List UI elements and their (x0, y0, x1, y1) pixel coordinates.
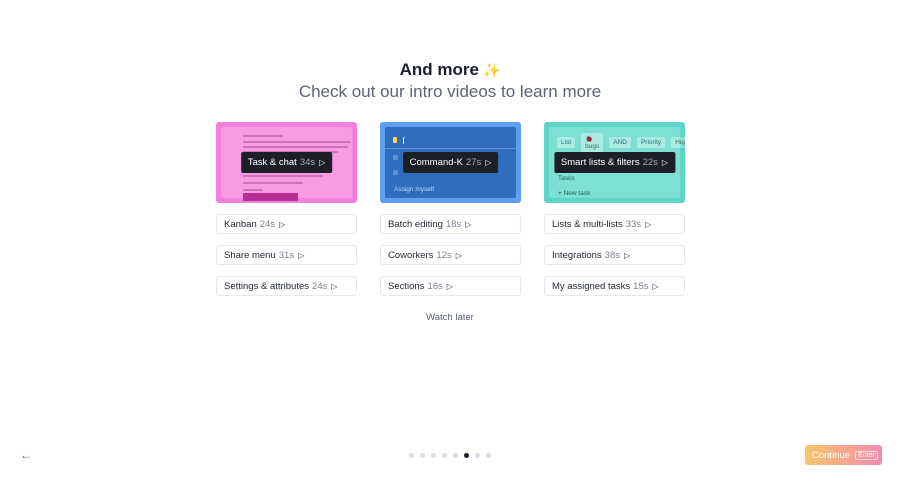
video-item-settings-attributes[interactable]: Settings & attributes 24s ▷ (216, 276, 357, 296)
play-icon: ▷ (623, 250, 631, 260)
thumbnail-label: Command-K 27s ▷ (402, 152, 499, 173)
play-icon: ▷ (279, 219, 286, 229)
enter-shortcut-badge: Enter (855, 450, 878, 460)
progress-dot[interactable] (475, 453, 480, 458)
continue-label: Continue (812, 449, 851, 461)
thumbnail-label: Task & chat 34s ▷ (240, 152, 333, 173)
play-icon: ▷ (319, 158, 326, 167)
video-thumbnail-command-k[interactable]: Assign myself Command-K 27s ▷ (380, 122, 521, 203)
play-icon: ▷ (331, 281, 338, 291)
play-icon: ▷ (661, 158, 669, 167)
video-item-batch-editing[interactable]: Batch editing 18s ▷ (380, 214, 521, 234)
video-item-kanban[interactable]: Kanban 24s ▷ (216, 214, 357, 234)
progress-dot[interactable] (431, 453, 436, 458)
page-title-text: And more (399, 60, 479, 79)
tasks-label: Tasks (558, 175, 575, 182)
page-title: And more ✨ (0, 60, 900, 80)
video-item-coworkers[interactable]: Coworkers 12s ▷ (380, 245, 521, 265)
watch-later-container: Watch later (0, 312, 900, 323)
play-icon: ▷ (645, 219, 652, 229)
video-item-integrations[interactable]: Integrations 38s ▷ (544, 245, 685, 265)
video-item-share-menu[interactable]: Share menu 31s ▷ (216, 245, 357, 265)
video-column-2: Assign myself Command-K 27s ▷ Batch editin… (380, 122, 521, 296)
progress-dot[interactable] (486, 453, 491, 458)
progress-dot-active[interactable] (464, 453, 469, 458)
play-icon: ▷ (455, 250, 462, 260)
progress-dot[interactable] (442, 453, 447, 458)
progress-dots (0, 453, 900, 458)
progress-dot[interactable] (409, 453, 414, 458)
play-icon: ▷ (446, 281, 453, 291)
watch-later-link[interactable]: Watch later (426, 312, 474, 323)
thumbnail-footer: Assign myself (394, 186, 435, 193)
video-column-1: Task & chat 34s ▷ Kanban 24s ▷ Share menu 31s… (216, 122, 357, 296)
video-item-lists-multi-lists[interactable]: Lists & multi-lists 33s ▷ (544, 214, 685, 234)
page-subtitle: Check out our intro videos to learn more (298, 82, 602, 101)
new-task-label: + New task (558, 190, 591, 197)
filter-bar: List 🐞 bugs AND Priority High (557, 132, 685, 152)
video-thumbnail-task-chat[interactable]: Task & chat 34s ▷ (216, 122, 357, 203)
play-icon: ▷ (298, 250, 305, 260)
video-item-my-assigned-tasks[interactable]: My assigned tasks 15s ▷ (544, 276, 685, 296)
progress-dot[interactable] (420, 453, 425, 458)
progress-dot[interactable] (453, 453, 458, 458)
play-icon: ▷ (652, 281, 659, 291)
play-icon: ▷ (485, 158, 492, 167)
play-icon: ▷ (465, 219, 472, 229)
video-column-3: List 🐞 bugs AND Priority High Tasks + Ne… (544, 122, 685, 296)
continue-button[interactable]: Continue Enter (805, 445, 882, 465)
thumbnail-label: Smart lists & filters 22s ▷ (553, 152, 676, 173)
video-item-sections[interactable]: Sections 16s ▷ (380, 276, 521, 296)
sparkle-icon: ✨ (482, 62, 501, 78)
video-thumbnail-smart-lists[interactable]: List 🐞 bugs AND Priority High Tasks + Ne… (544, 122, 685, 203)
